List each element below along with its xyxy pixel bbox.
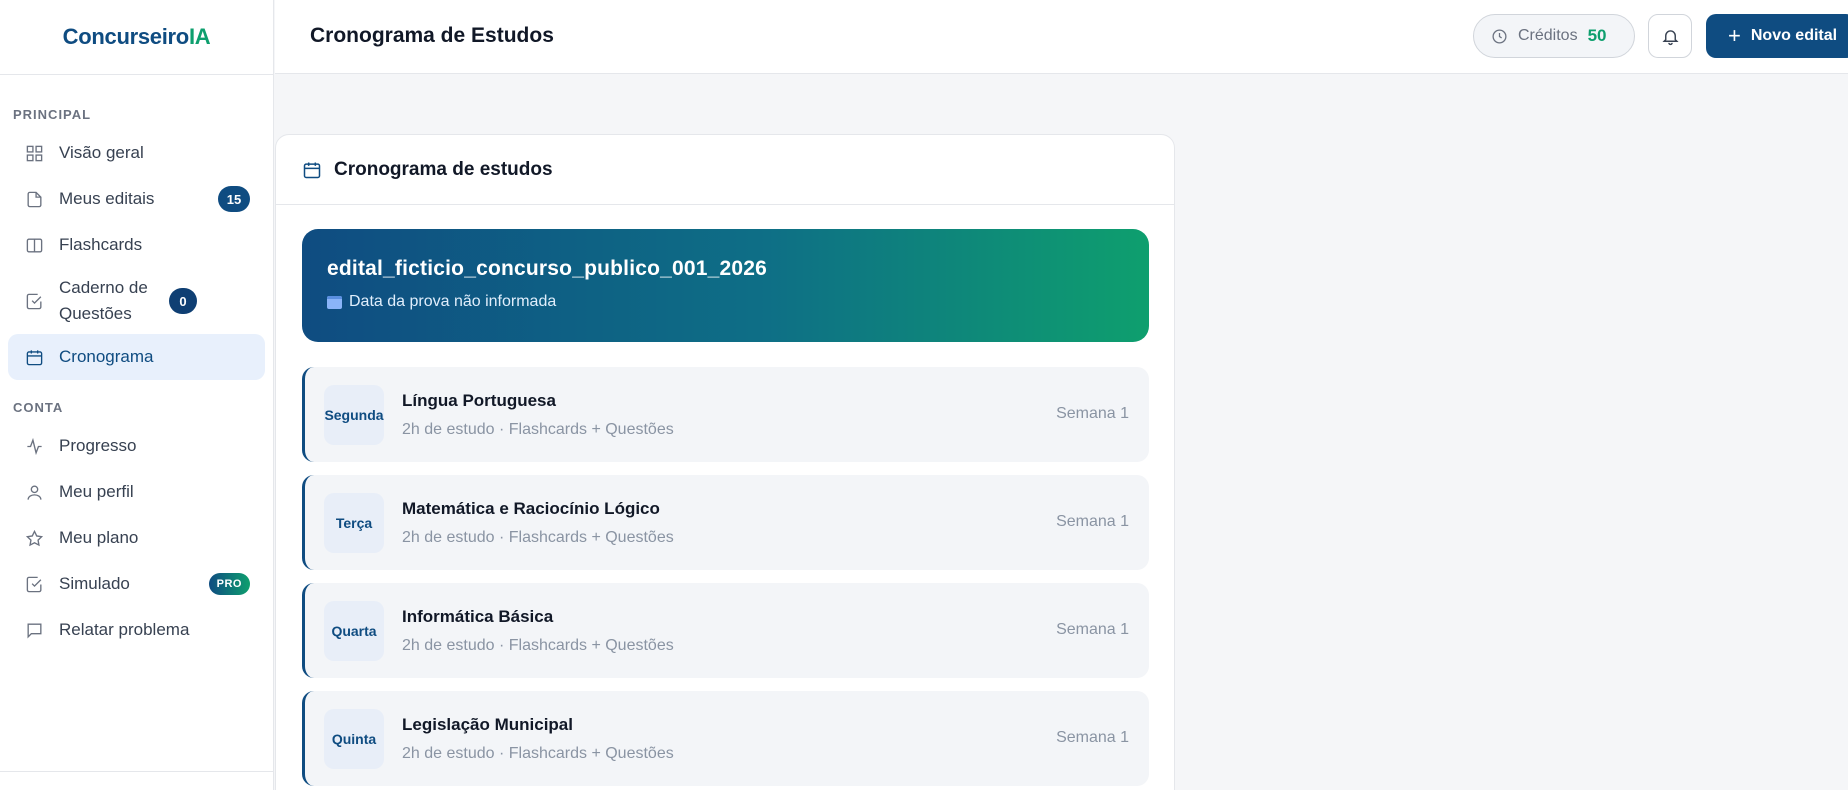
day-badge: Quarta (324, 600, 384, 661)
credits-value: 50 (1587, 26, 1607, 45)
week-label: Semana 1 (1056, 513, 1129, 530)
schedule-card: Cronograma de estudos edital_ficticio_co… (275, 134, 1175, 790)
exam-date-text: Data da prova não informada (349, 293, 557, 310)
credits-label: Créditos (1518, 27, 1578, 44)
card-title: Cronograma de estudos (334, 158, 553, 180)
sidebar-item-label: Flashcards (59, 235, 143, 254)
exam-date-info: Data da prova não informada (327, 293, 1124, 311)
schedule-list: Segunda Língua Portuguesa 2h de estudo ·… (302, 367, 1149, 790)
sidebar-item-label: Cronograma (59, 347, 154, 366)
week-label: Semana 1 (1056, 621, 1129, 638)
sidebar-item-label: Simulado (59, 574, 130, 593)
subject-meta: 2h de estudo · Flashcards + Questões (402, 420, 674, 438)
subject-meta: 2h de estudo · Flashcards + Questões (402, 636, 674, 654)
page-title: Cronograma de Estudos (310, 24, 554, 47)
sidebar-item-label: Visão geral (59, 143, 144, 162)
week-label: Semana 1 (1056, 405, 1129, 422)
notifications-button[interactable] (1648, 14, 1692, 58)
brand-suffix: IA (188, 24, 211, 49)
user-icon (23, 481, 45, 503)
sidebar-item-flashcards[interactable]: Flashcards (8, 222, 265, 268)
new-edital-label: Novo edital (1750, 27, 1838, 44)
app-root: Concurseiro IA PRINCIPAL Visão geral Meus… (0, 0, 1848, 790)
message-icon (23, 619, 45, 641)
credits-pill[interactable]: Créditos 50 (1473, 14, 1635, 58)
calendar-icon (23, 346, 45, 368)
activity-icon (23, 435, 45, 457)
checkbox-icon (23, 573, 45, 595)
star-icon (23, 527, 45, 549)
new-edital-button[interactable]: + Novo edital (1706, 14, 1848, 58)
sidebar-item-progresso[interactable]: Progresso (8, 423, 265, 469)
columns-icon (23, 234, 45, 256)
sidebar-item-meus-editais[interactable]: Meus editais 15 (8, 176, 265, 222)
sidebar-item-label: Relatar problema (59, 620, 190, 639)
subject-name: Língua Portuguesa (402, 390, 556, 410)
row-info: Língua Portuguesa 2h de estudo · Flashca… (402, 391, 674, 439)
brand-name: Concurseiro (62, 24, 190, 49)
schedule-row[interactable]: Quarta Informática Básica 2h de estudo ·… (302, 583, 1149, 678)
sidebar-item-label: Progresso (59, 436, 137, 455)
day-badge: Terça (324, 492, 384, 553)
checkbox-icon (23, 290, 45, 312)
row-info: Informática Básica 2h de estudo · Flashc… (402, 607, 674, 655)
brand-logo[interactable]: Concurseiro IA (0, 0, 273, 75)
sidebar-item-label: Caderno de Questões (59, 278, 148, 323)
subject-name: Legislação Municipal (402, 714, 573, 734)
edital-banner: edital_ficticio_concurso_publico_001_202… (302, 229, 1149, 342)
top-header: Cronograma de Estudos Créditos 50 + Novo… (275, 0, 1848, 74)
schedule-row[interactable]: Quinta Legislação Municipal 2h de estudo… (302, 691, 1149, 786)
count-badge: 0 (169, 288, 197, 314)
sidebar-item-relatar-problema[interactable]: Relatar problema (8, 607, 265, 653)
subject-name: Informática Básica (402, 606, 554, 626)
grid-icon (23, 142, 45, 164)
card-header: Cronograma de estudos (276, 135, 1174, 205)
schedule-row[interactable]: Terça Matemática e Raciocínio Lógico 2h … (302, 475, 1149, 570)
file-icon (23, 188, 45, 210)
sidebar: Concurseiro IA PRINCIPAL Visão geral Meus… (0, 0, 274, 790)
sidebar-item-meu-perfil[interactable]: Meu perfil (8, 469, 265, 515)
calendar-icon (327, 295, 342, 309)
plus-icon: + (1728, 23, 1741, 48)
subject-meta: 2h de estudo · Flashcards + Questões (402, 528, 674, 546)
bell-icon (1661, 29, 1679, 45)
sidebar-divider (0, 771, 273, 772)
pro-badge: PRO (208, 573, 250, 595)
sidebar-item-label: Meu perfil (59, 482, 134, 501)
sidebar-item-label: Meus editais (59, 189, 155, 208)
calendar-icon (303, 162, 321, 178)
sidebar-item-cronograma[interactable]: Cronograma (8, 334, 265, 380)
clock-icon (1492, 28, 1507, 44)
sidebar-item-simulado[interactable]: Simulado PRO (8, 561, 265, 607)
section-label-conta: CONTA (13, 400, 64, 415)
sidebar-item-meu-plano[interactable]: Meu plano (8, 515, 265, 561)
row-info: Matemática e Raciocínio Lógico 2h de est… (402, 499, 674, 547)
sidebar-item-visao-geral[interactable]: Visão geral (8, 130, 265, 176)
count-badge: 15 (218, 186, 250, 212)
section-label-principal: PRINCIPAL (13, 107, 92, 122)
week-label: Semana 1 (1056, 729, 1129, 746)
row-info: Legislação Municipal 2h de estudo · Flas… (402, 715, 674, 763)
day-badge: Quinta (324, 708, 384, 769)
subject-meta: 2h de estudo · Flashcards + Questões (402, 744, 674, 762)
edital-title: edital_ficticio_concurso_publico_001_202… (327, 257, 768, 280)
day-badge: Segunda (324, 384, 384, 445)
subject-name: Matemática e Raciocínio Lógico (402, 498, 660, 518)
sidebar-item-label: Meu plano (59, 528, 139, 547)
schedule-row[interactable]: Segunda Língua Portuguesa 2h de estudo ·… (302, 367, 1149, 462)
sidebar-item-caderno-de-questoes[interactable]: Caderno de Questões 0 (8, 268, 265, 334)
